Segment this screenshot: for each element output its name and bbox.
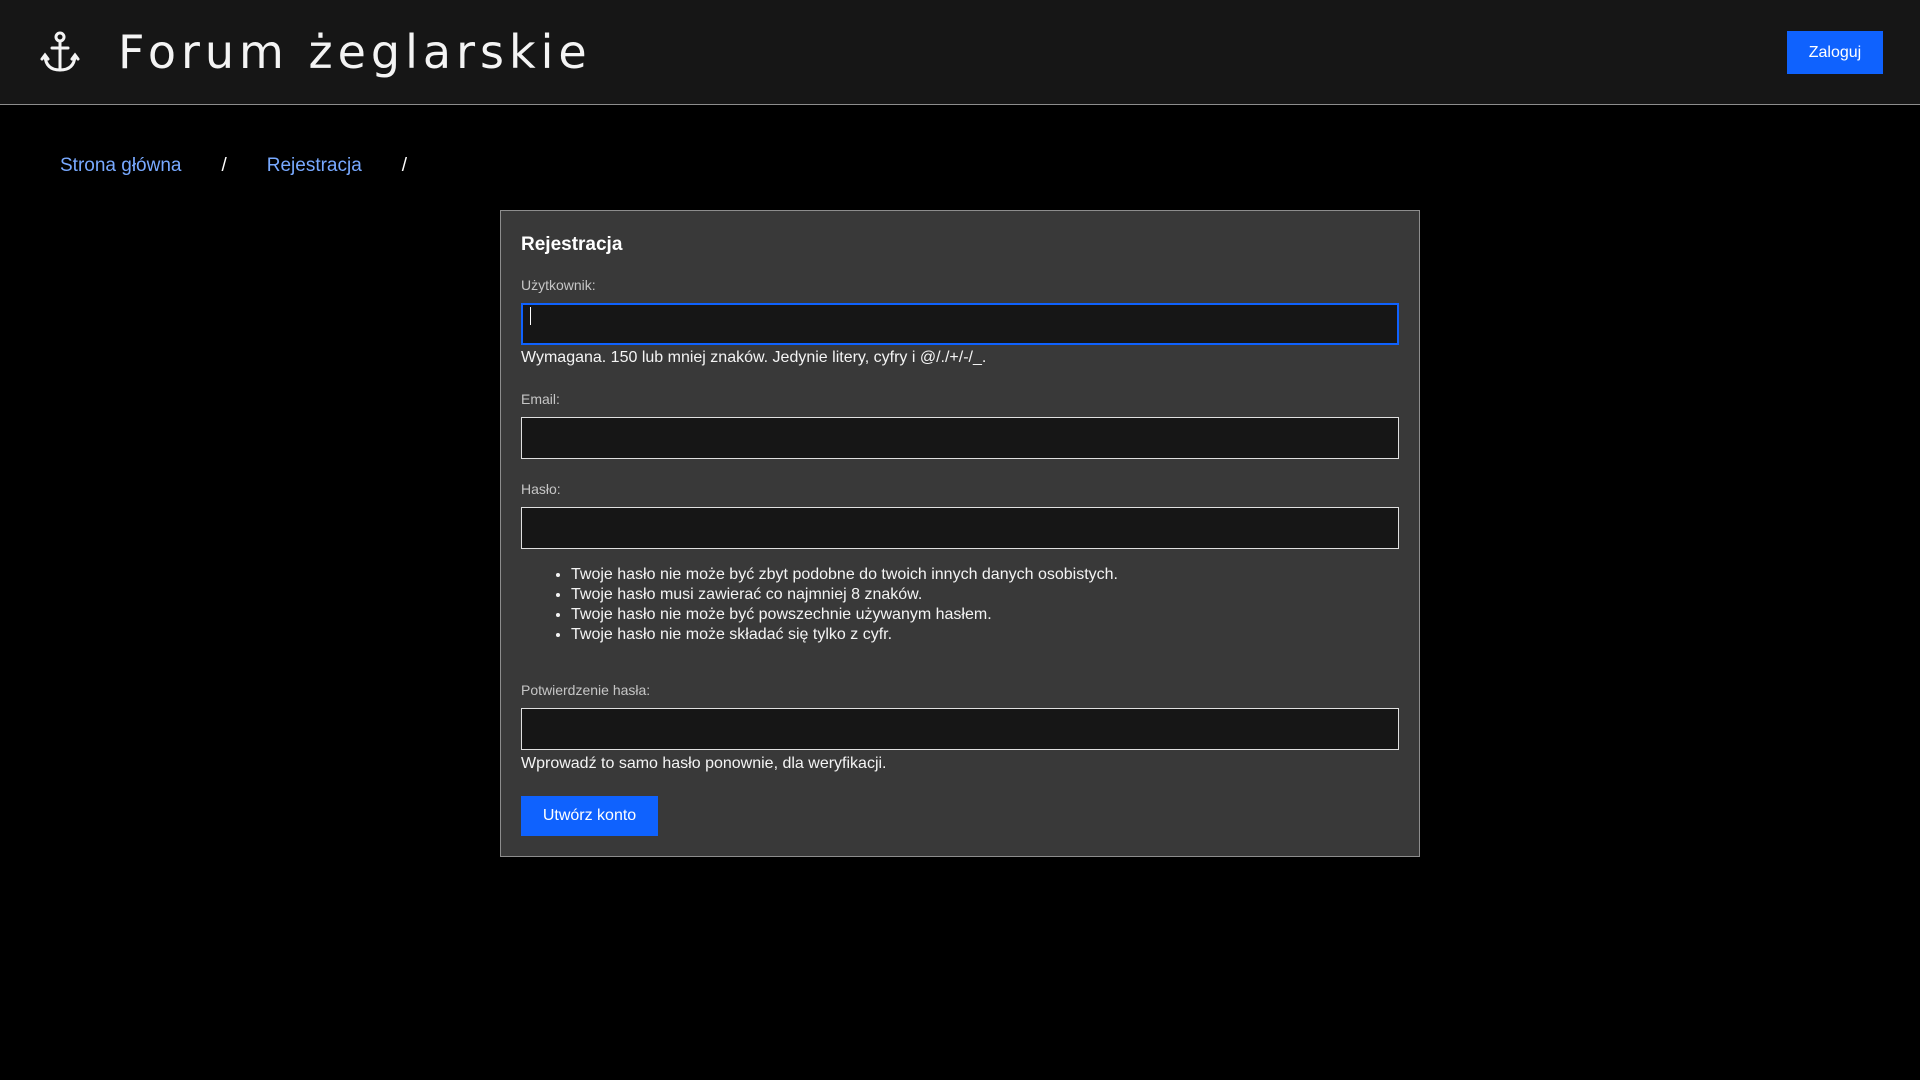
password-rules-list: Twoje hasło nie może być zbyt podobne do… — [521, 565, 1118, 645]
password-rule-item: Twoje hasło nie może być powszechnie uży… — [571, 605, 1118, 625]
password-confirm-input[interactable] — [521, 708, 1399, 750]
brand[interactable]: Forum żeglarskie — [40, 22, 592, 82]
password-confirm-help: Wprowadź to samo hasło ponownie, dla wer… — [521, 755, 887, 772]
site-title: Forum żeglarskie — [118, 25, 592, 79]
top-header: Forum żeglarskie Zaloguj — [0, 0, 1920, 105]
email-label: Email: — [521, 391, 560, 407]
breadcrumb-separator: / — [401, 155, 408, 176]
anchor-icon — [40, 30, 80, 74]
password-input[interactable] — [521, 507, 1399, 549]
login-button[interactable]: Zaloguj — [1787, 31, 1883, 74]
breadcrumb-separator: / — [221, 155, 227, 176]
breadcrumb-registration-link[interactable]: Rejestracja — [267, 155, 362, 177]
breadcrumb: Strona główna / Rejestracja / — [60, 155, 447, 177]
registration-form: Rejestracja Użytkownik: Wymagana. 150 lu… — [500, 210, 1420, 857]
form-title: Rejestracja — [521, 234, 623, 255]
username-input[interactable] — [521, 303, 1399, 345]
password-rule-item: Twoje hasło musi zawierać co najmniej 8 … — [571, 585, 1118, 605]
password-rule-item: Twoje hasło nie może być zbyt podobne do… — [571, 565, 1118, 585]
password-label: Hasło: — [521, 481, 561, 497]
email-input[interactable] — [521, 417, 1399, 459]
text-caret — [530, 307, 531, 325]
username-help: Wymagana. 150 lub mniej znaków. Jedynie … — [521, 349, 987, 366]
password-confirm-label: Potwierdzenie hasła: — [521, 682, 651, 698]
breadcrumb-home-link[interactable]: Strona główna — [60, 155, 181, 177]
create-account-button[interactable]: Utwórz konto — [521, 796, 658, 836]
password-rule-item: Twoje hasło nie może składać się tylko z… — [571, 625, 1118, 645]
username-label: Użytkownik: — [521, 277, 596, 293]
